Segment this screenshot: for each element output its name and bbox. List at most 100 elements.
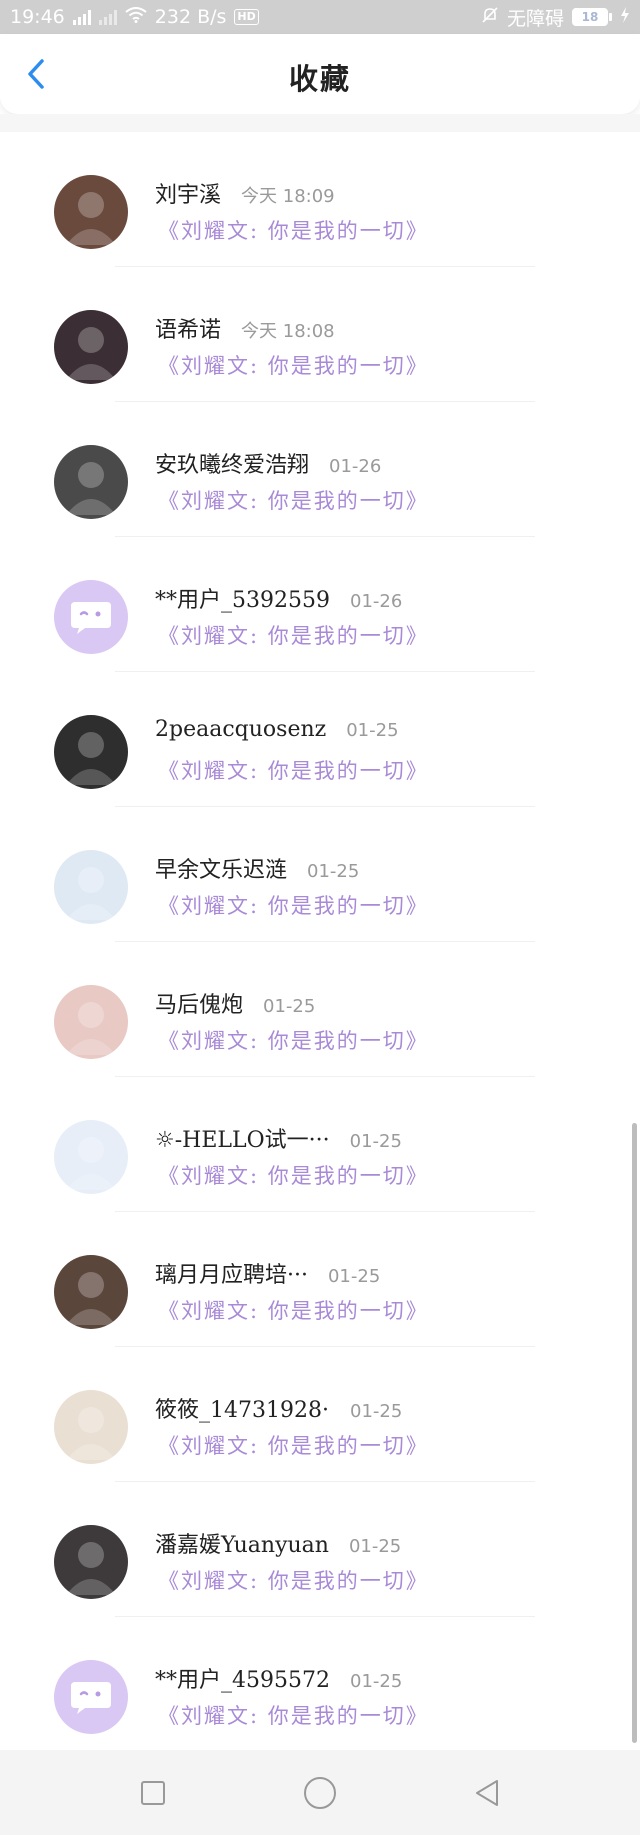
divider: [115, 1076, 535, 1077]
username-row: 安玖曦终爱浩翔 01-26: [155, 447, 381, 479]
favorite-list-item[interactable]: 筱筱_14731928··· 01-25 《刘耀文: 你是我的一切》: [0, 1348, 640, 1483]
story-title-link[interactable]: 《刘耀文: 你是我的一切》: [158, 350, 429, 380]
favorite-list-item[interactable]: 璃月月应聘培··· 01-25 《刘耀文: 你是我的一切》: [0, 1213, 640, 1348]
accessibility-label: 无障碍: [506, 7, 564, 30]
username-row: 语希诺 今天 18:08: [155, 312, 335, 344]
divider: [115, 1211, 535, 1212]
username-row: ☼-HELLO试一··· 01-25: [155, 1122, 402, 1154]
battery-icon: 18: [572, 8, 612, 26]
favorite-list-item[interactable]: **用户_5392559··· 01-26 《刘耀文: 你是我的一切》: [0, 538, 640, 673]
username[interactable]: 语希诺: [155, 312, 221, 344]
username[interactable]: 璃月月应聘培···: [155, 1257, 308, 1289]
avatar[interactable]: [54, 1525, 128, 1599]
person-silhouette-icon: [66, 1542, 116, 1595]
timestamp: 今天 18:08: [241, 321, 335, 342]
back-nav-button[interactable]: [462, 1768, 512, 1818]
avatar[interactable]: [54, 445, 128, 519]
story-title-link[interactable]: 《刘耀文: 你是我的一切》: [158, 890, 429, 920]
username[interactable]: 潘嘉媛Yuanyuan: [155, 1527, 329, 1559]
story-title-link[interactable]: 《刘耀文: 你是我的一切》: [158, 215, 429, 245]
network-speed: 232 B/s: [154, 6, 227, 28]
username-row: 刘宇溪 今天 18:09: [155, 177, 335, 209]
username[interactable]: **用户_5392559···: [155, 582, 330, 614]
username[interactable]: ☼-HELLO试一···: [155, 1122, 330, 1154]
username[interactable]: 2peaacquosenz: [155, 717, 326, 742]
header-spacer: [0, 114, 640, 132]
story-title-link[interactable]: 《刘耀文: 你是我的一切》: [158, 1295, 429, 1325]
person-silhouette-icon: [66, 867, 116, 920]
username[interactable]: 刘宇溪: [155, 177, 221, 209]
username[interactable]: **用户_4595572···: [155, 1662, 330, 1694]
favorite-list-item[interactable]: 早余文乐迟涟 01-25 《刘耀文: 你是我的一切》: [0, 808, 640, 943]
favorite-list-item[interactable]: 语希诺 今天 18:08 《刘耀文: 你是我的一切》: [0, 268, 640, 403]
divider: [115, 941, 535, 942]
username-row: 潘嘉媛Yuanyuan 01-25: [155, 1527, 401, 1559]
person-silhouette-icon: [66, 732, 116, 785]
recent-apps-button[interactable]: [128, 1768, 178, 1818]
status-left: 19:46 232 B/s HD: [10, 6, 259, 28]
story-title-link[interactable]: 《刘耀文: 你是我的一切》: [158, 1430, 429, 1460]
person-silhouette-icon: [66, 1002, 116, 1055]
divider: [115, 1346, 535, 1347]
avatar[interactable]: [54, 1120, 128, 1194]
divider: [115, 266, 535, 267]
home-button[interactable]: [295, 1768, 345, 1818]
favorite-list-item[interactable]: 刘宇溪 今天 18:09 《刘耀文: 你是我的一切》: [0, 133, 640, 268]
hd-badge: HD: [234, 9, 259, 25]
timestamp: 01-25: [350, 1401, 403, 1422]
username-row: 早余文乐迟涟 01-25: [155, 852, 359, 884]
battery-level: 18: [572, 8, 608, 26]
timestamp: 01-25: [327, 1266, 381, 1287]
story-title-link[interactable]: 《刘耀文: 你是我的一切》: [158, 1160, 429, 1190]
story-title-link[interactable]: 《刘耀文: 你是我的一切》: [158, 620, 429, 650]
timestamp: 01-25: [307, 861, 360, 882]
favorite-list-item[interactable]: **用户_4595572··· 01-25 《刘耀文: 你是我的一切》: [0, 1618, 640, 1753]
story-title-link[interactable]: 《刘耀文: 你是我的一切》: [158, 1700, 429, 1730]
timestamp: 01-25: [263, 996, 316, 1017]
avatar[interactable]: [54, 310, 128, 384]
avatar[interactable]: [54, 850, 128, 924]
circle-icon: [303, 1776, 336, 1809]
timestamp: 01-26: [350, 591, 403, 612]
username-row: 马后傀炮 01-25: [155, 987, 315, 1019]
chat-bubble-icon: [71, 1682, 111, 1714]
favorite-list-item[interactable]: 2peaacquosenz 01-25 《刘耀文: 你是我的一切》: [0, 673, 640, 808]
favorite-list-item[interactable]: 安玖曦终爱浩翔 01-26 《刘耀文: 你是我的一切》: [0, 403, 640, 538]
timestamp: 01-26: [329, 456, 382, 477]
username-row: **用户_5392559··· 01-26: [155, 582, 402, 614]
username[interactable]: 早余文乐迟涟: [155, 852, 287, 884]
username-row: 2peaacquosenz 01-25: [155, 717, 399, 742]
username-row: 璃月月应聘培··· 01-25: [155, 1257, 380, 1289]
story-title-link[interactable]: 《刘耀文: 你是我的一切》: [158, 755, 429, 785]
username[interactable]: 马后傀炮: [155, 987, 243, 1019]
divider: [115, 536, 535, 537]
avatar[interactable]: [54, 715, 128, 789]
wifi-icon: [125, 6, 147, 28]
default-avatar[interactable]: [54, 580, 128, 654]
default-avatar[interactable]: [54, 1660, 128, 1734]
scrollbar[interactable]: [632, 1123, 637, 1743]
username-row: 筱筱_14731928··· 01-25: [155, 1392, 402, 1424]
avatar[interactable]: [54, 985, 128, 1059]
avatar[interactable]: [54, 1390, 128, 1464]
square-icon: [141, 1780, 166, 1805]
avatar[interactable]: [54, 175, 128, 249]
username[interactable]: 筱筱_14731928···: [155, 1392, 330, 1424]
story-title-link[interactable]: 《刘耀文: 你是我的一切》: [158, 485, 429, 515]
divider: [115, 806, 535, 807]
timestamp: 01-25: [350, 1671, 403, 1692]
favorite-list-item[interactable]: 潘嘉媛Yuanyuan 01-25 《刘耀文: 你是我的一切》: [0, 1483, 640, 1618]
avatar[interactable]: [54, 1255, 128, 1329]
username[interactable]: 安玖曦终爱浩翔: [155, 447, 309, 479]
person-silhouette-icon: [66, 1137, 116, 1190]
person-silhouette-icon: [66, 327, 116, 380]
favorite-list-item[interactable]: ☼-HELLO试一··· 01-25 《刘耀文: 你是我的一切》: [0, 1078, 640, 1213]
timestamp: 01-25: [349, 1131, 402, 1152]
story-title-link[interactable]: 《刘耀文: 你是我的一切》: [158, 1025, 429, 1055]
favorites-list: 刘宇溪 今天 18:09 《刘耀文: 你是我的一切》 语希诺 今天 18:08 《刘耀文:…: [0, 133, 640, 1753]
divider: [115, 1481, 535, 1482]
signal-2-icon: [98, 9, 117, 25]
header: 收藏: [0, 34, 640, 114]
story-title-link[interactable]: 《刘耀文: 你是我的一切》: [158, 1565, 429, 1595]
favorite-list-item[interactable]: 马后傀炮 01-25 《刘耀文: 你是我的一切》: [0, 943, 640, 1078]
